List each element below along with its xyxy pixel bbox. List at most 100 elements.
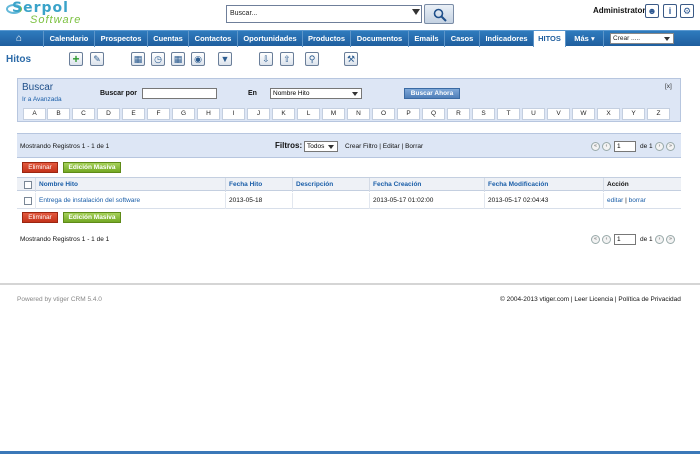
copyright-links[interactable]: © 2004-2013 vtiger.com | Leer Licencia |…: [500, 296, 681, 303]
alpha-letter[interactable]: G: [172, 108, 195, 120]
row-checkbox[interactable]: [24, 197, 32, 205]
filter-select[interactable]: Todos: [304, 141, 338, 152]
page-number-input-bottom[interactable]: 1: [614, 234, 636, 245]
column-fecha-hito[interactable]: Fecha Hito: [225, 178, 292, 192]
search-in-label: En: [248, 90, 257, 97]
advanced-search-link[interactable]: Ir a Avanzada: [22, 96, 62, 103]
search-now-button[interactable]: Buscar Ahora: [404, 88, 460, 99]
user-name[interactable]: Administrator: [593, 6, 645, 15]
search-text-input[interactable]: [142, 88, 217, 99]
alpha-letter[interactable]: S: [472, 108, 495, 120]
first-page-icon[interactable]: «: [591, 235, 600, 244]
column-fecha-creacion[interactable]: Fecha Creación: [369, 178, 484, 192]
delete-button[interactable]: Eliminar: [22, 162, 58, 173]
nav-emails[interactable]: Emails: [409, 31, 445, 47]
alpha-letter[interactable]: X: [597, 108, 620, 120]
column-descripcion[interactable]: Descripción: [292, 178, 369, 192]
alpha-letter[interactable]: V: [547, 108, 570, 120]
alpha-letter[interactable]: F: [147, 108, 170, 120]
company-logo[interactable]: Serpol Software: [4, 0, 104, 29]
tracker-icon[interactable]: ▼: [218, 52, 232, 66]
nav-prospectos[interactable]: Prospectos: [95, 31, 148, 47]
page-total-bottom: de 1: [640, 236, 653, 243]
alpha-letter[interactable]: O: [372, 108, 395, 120]
search-field-select[interactable]: Nombre Hito: [270, 88, 362, 99]
main-nav: ⌂ Calendario Prospectos Cuentas Contacto…: [0, 30, 700, 47]
alpha-letter[interactable]: N: [347, 108, 370, 120]
create-select-label: Crear .....: [613, 35, 641, 42]
alpha-letter[interactable]: K: [272, 108, 295, 120]
alpha-letter[interactable]: L: [297, 108, 320, 120]
nav-documentos[interactable]: Documentos: [351, 31, 409, 47]
alpha-letter[interactable]: M: [322, 108, 345, 120]
table-row: Entrega de instalación del software 2013…: [17, 193, 681, 209]
clock-icon[interactable]: ◷: [151, 52, 165, 66]
nav-indicadores[interactable]: Indicadores: [480, 31, 534, 47]
alpha-letter[interactable]: I: [222, 108, 245, 120]
import-icon[interactable]: ⇩: [259, 52, 273, 66]
alpha-letter[interactable]: P: [397, 108, 420, 120]
filter-actions[interactable]: Crear Filtro | Editar | Borrar: [345, 143, 423, 150]
find-duplicates-icon[interactable]: ⚲: [305, 52, 319, 66]
prev-page-icon[interactable]: ‹: [602, 235, 611, 244]
nav-mas[interactable]: Más ▾: [566, 31, 604, 47]
mass-edit-button[interactable]: Edición Masiva: [63, 162, 121, 173]
alpha-letter[interactable]: E: [122, 108, 145, 120]
record-name-link[interactable]: Entrega de instalación del software: [39, 197, 140, 204]
alpha-letter[interactable]: T: [497, 108, 520, 120]
delete-button-bottom[interactable]: Eliminar: [22, 212, 58, 223]
alpha-letter[interactable]: R: [447, 108, 470, 120]
powered-by: Powered by vtiger CRM 5.4.0: [17, 296, 102, 303]
export-icon[interactable]: ⇧: [280, 52, 294, 66]
first-page-icon[interactable]: «: [591, 142, 600, 151]
global-search-button[interactable]: [424, 4, 454, 24]
edit-link[interactable]: editar: [607, 197, 623, 204]
alpha-letter[interactable]: Y: [622, 108, 645, 120]
prev-page-icon[interactable]: ‹: [602, 142, 611, 151]
calculator-icon[interactable]: ▦: [171, 52, 185, 66]
info-icon[interactable]: i: [663, 4, 677, 18]
nav-contactos[interactable]: Contactos: [189, 31, 238, 47]
record-description: [292, 193, 369, 209]
close-search-button[interactable]: [x]: [665, 83, 672, 90]
add-record-icon[interactable]: +: [69, 52, 83, 66]
alpha-letter[interactable]: A: [23, 108, 46, 120]
user-icon[interactable]: ☻: [645, 4, 659, 18]
alpha-letter[interactable]: U: [522, 108, 545, 120]
alpha-letter[interactable]: J: [247, 108, 270, 120]
gear-icon[interactable]: ⚙: [680, 4, 694, 18]
delete-link[interactable]: borrar: [629, 197, 646, 204]
alpha-letter[interactable]: W: [572, 108, 595, 120]
next-page-icon[interactable]: ›: [655, 142, 664, 151]
nav-casos[interactable]: Casos: [445, 31, 480, 47]
column-fecha-modificacion[interactable]: Fecha Modificación: [484, 178, 603, 192]
nav-home[interactable]: ⌂: [0, 31, 44, 47]
alpha-letter[interactable]: H: [197, 108, 220, 120]
create-select[interactable]: Crear .....: [610, 33, 674, 44]
nav-oportunidades[interactable]: Oportunidades: [238, 31, 303, 47]
records-count-bottom: Mostrando Registros 1 - 1 de 1: [20, 236, 110, 243]
last-page-icon[interactable]: »: [666, 235, 675, 244]
page-number-input[interactable]: 1: [614, 141, 636, 152]
chat-icon[interactable]: ◉: [191, 52, 205, 66]
alpha-letter[interactable]: C: [72, 108, 95, 120]
next-page-icon[interactable]: ›: [655, 235, 664, 244]
global-search-input[interactable]: Buscar...: [226, 5, 422, 23]
nav-productos[interactable]: Productos: [303, 31, 351, 47]
filter-label: Filtros:: [275, 141, 303, 150]
last-page-icon[interactable]: »: [666, 142, 675, 151]
alpha-letter[interactable]: B: [47, 108, 70, 120]
nav-hitos[interactable]: HITOS: [534, 31, 566, 47]
nav-cuentas[interactable]: Cuentas: [148, 31, 189, 47]
settings-hammer-icon[interactable]: ⚒: [344, 52, 358, 66]
alpha-letter[interactable]: D: [97, 108, 120, 120]
calendar-icon[interactable]: ▦: [131, 52, 145, 66]
alpha-letter[interactable]: Q: [422, 108, 445, 120]
nav-calendario[interactable]: Calendario: [44, 31, 95, 47]
mass-edit-button-bottom[interactable]: Edición Masiva: [63, 212, 121, 223]
search-dropdown-icon[interactable]: [412, 9, 420, 15]
select-all-checkbox[interactable]: [24, 181, 32, 189]
alpha-letter[interactable]: Z: [647, 108, 670, 120]
column-nombre-hito[interactable]: Nombre Hito: [35, 178, 225, 192]
search-record-icon[interactable]: ✎: [90, 52, 104, 66]
